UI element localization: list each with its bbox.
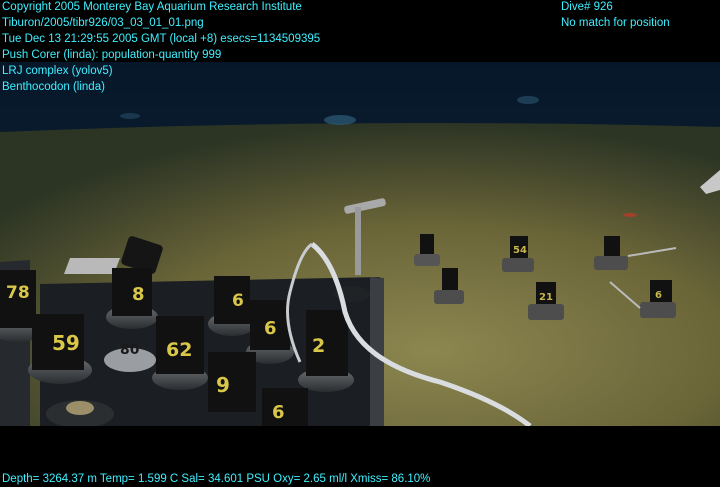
corer-label: 54 xyxy=(513,245,527,256)
copyright-line: Copyright 2005 Monterey Bay Aquarium Res… xyxy=(2,1,302,13)
corer-label: 6 xyxy=(272,402,285,423)
rack-corer: 6 xyxy=(208,276,256,336)
marine-snow xyxy=(120,113,140,119)
timestamp-line: Tue Dec 13 21:29:55 2005 GMT (local +8) … xyxy=(2,33,321,45)
corer-label: 9 xyxy=(216,373,230,397)
sensor-readout: Depth= 3264.37 m Temp= 1.599 C Sal= 34.6… xyxy=(2,473,431,485)
position-status: No match for position xyxy=(561,17,670,29)
camera-frame: 54 21 6 78 8 6 59 80 62 6 2 9 6 Copyrigh… xyxy=(0,0,720,486)
rack-corer: 62 xyxy=(152,316,208,390)
rack-corer: 8 xyxy=(106,268,158,329)
corer-label: 6 xyxy=(655,290,662,301)
rack-corer: 6 xyxy=(262,388,308,426)
rack-bracket xyxy=(64,258,120,274)
seafloor-video-frame: 54 21 6 78 8 6 59 80 62 6 2 9 6 xyxy=(0,62,720,426)
rack-corer: 59 xyxy=(28,314,92,384)
red-organism xyxy=(623,213,637,217)
corer-label: 78 xyxy=(6,283,30,303)
corer-label: 8 xyxy=(132,284,145,305)
corer-label: 2 xyxy=(312,335,325,357)
annotation-line: LRJ complex (yolov5) xyxy=(2,65,113,77)
dive-number: Dive# 926 xyxy=(561,1,613,13)
annotation-line: Push Corer (linda): population-quantity … xyxy=(2,49,222,61)
corer-label: 80 xyxy=(120,342,140,358)
seafloor-scene: 54 21 6 78 8 6 59 80 62 6 2 9 6 xyxy=(0,62,720,426)
marine-snow xyxy=(324,115,356,125)
annotation-overlay-right: Dive# 926 No match for position xyxy=(561,0,670,31)
annotation-overlay-left: Copyright 2005 Monterey Bay Aquarium Res… xyxy=(2,0,320,95)
marine-snow xyxy=(517,96,539,104)
corer-label: 21 xyxy=(539,292,553,303)
corer-label: 62 xyxy=(166,339,192,361)
corer-label: 6 xyxy=(232,291,244,311)
image-path-line: Tiburon/2005/tibr926/03_03_01_01.png xyxy=(2,17,204,29)
rack-corer: 9 xyxy=(208,352,256,412)
corer-label: 59 xyxy=(52,331,80,355)
annotation-line: Benthocodon (linda) xyxy=(2,81,105,93)
corer-label: 6 xyxy=(264,318,277,339)
